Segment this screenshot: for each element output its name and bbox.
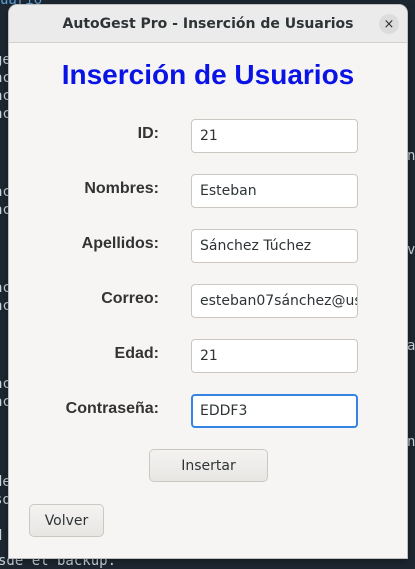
- close-icon: ×: [383, 16, 395, 32]
- id-label: ID:: [137, 125, 159, 142]
- terminal-fragment: n: [407, 434, 415, 450]
- form-row-contrasena: Contraseña: EDDF3: [9, 394, 407, 430]
- form-row-edad: Edad: 21: [9, 339, 407, 375]
- terminal-fragment: v: [407, 242, 415, 258]
- insertar-button[interactable]: Insertar: [149, 449, 268, 482]
- contrasena-field[interactable]: EDDF3: [191, 394, 358, 428]
- correo-label: Correo:: [101, 290, 159, 307]
- apellidos-label: Apellidos:: [81, 235, 159, 252]
- form-row-id: ID: 21: [9, 119, 407, 155]
- window-title: AutoGest Pro - Inserción de Usuarios: [62, 15, 354, 32]
- edad-label: Edad:: [114, 345, 159, 362]
- form-row-apellidos: Apellidos: Sánchez Túchez: [9, 229, 407, 265]
- title-bar[interactable]: AutoGest Pro - Inserción de Usuarios ×: [9, 5, 407, 43]
- contrasena-label: Contraseña:: [65, 400, 159, 417]
- id-field[interactable]: 21: [191, 119, 358, 153]
- apellidos-field[interactable]: Sánchez Túchez: [191, 229, 358, 263]
- page-title: Inserción de Usuarios: [61, 59, 355, 90]
- form-row-nombres: Nombres: Esteban: [9, 174, 407, 210]
- edad-field[interactable]: 21: [191, 339, 358, 373]
- nombres-label: Nombres:: [84, 180, 159, 197]
- close-button[interactable]: ×: [379, 14, 399, 34]
- terminal-fragment: a: [407, 338, 415, 354]
- dialog-window: AutoGest Pro - Inserción de Usuarios × I…: [9, 5, 407, 558]
- terminal-fragment: n: [407, 148, 415, 164]
- nombres-field[interactable]: Esteban: [191, 174, 358, 208]
- correo-field[interactable]: esteban07sánchez@us: [191, 284, 358, 318]
- form-row-correo: Correo: esteban07sánchez@us: [9, 284, 407, 320]
- volver-button[interactable]: Volver: [29, 504, 104, 537]
- terminal-fragment: d: [0, 528, 2, 544]
